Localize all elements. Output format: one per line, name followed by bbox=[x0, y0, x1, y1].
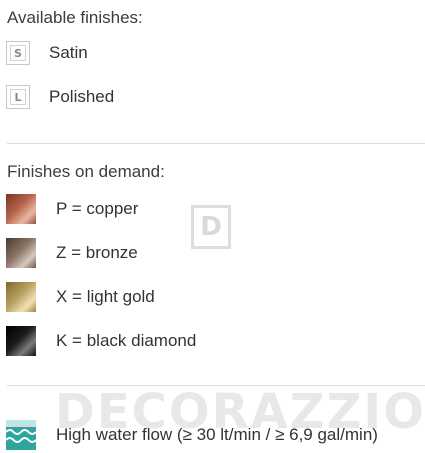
flow-label: High water flow (≥ 30 lt/min / ≥ 6,9 gal… bbox=[56, 425, 378, 444]
divider bbox=[7, 385, 425, 386]
light-gold-swatch-icon bbox=[6, 282, 36, 312]
water-flow-icon bbox=[6, 420, 36, 450]
finish-label: Polished bbox=[49, 87, 115, 106]
finish-label: P = copper bbox=[56, 199, 139, 218]
black-diamond-swatch-icon bbox=[6, 326, 36, 356]
bronze-swatch-icon bbox=[6, 238, 36, 268]
satin-letter-icon: S bbox=[6, 41, 30, 65]
copper-swatch-icon bbox=[6, 194, 36, 224]
finish-item-black-diamond: K = black diamond bbox=[6, 326, 196, 356]
finishes-on-demand-heading: Finishes on demand: bbox=[7, 162, 165, 181]
divider bbox=[7, 143, 425, 144]
finish-label: Satin bbox=[49, 43, 88, 62]
finish-label: Z = bronze bbox=[56, 243, 138, 262]
available-finishes-heading: Available finishes: bbox=[7, 8, 143, 27]
finish-item-polished: L Polished bbox=[6, 82, 114, 112]
watermark-logo: D bbox=[191, 205, 231, 249]
finish-label: X = light gold bbox=[56, 287, 155, 306]
finish-item-copper: P = copper bbox=[6, 194, 138, 224]
finish-label: K = black diamond bbox=[56, 331, 197, 350]
high-water-flow-item: High water flow (≥ 30 lt/min / ≥ 6,9 gal… bbox=[6, 420, 378, 450]
finish-item-light-gold: X = light gold bbox=[6, 282, 155, 312]
finish-item-satin: S Satin bbox=[6, 38, 88, 68]
finish-item-bronze: Z = bronze bbox=[6, 238, 138, 268]
polished-letter-icon: L bbox=[6, 85, 30, 109]
